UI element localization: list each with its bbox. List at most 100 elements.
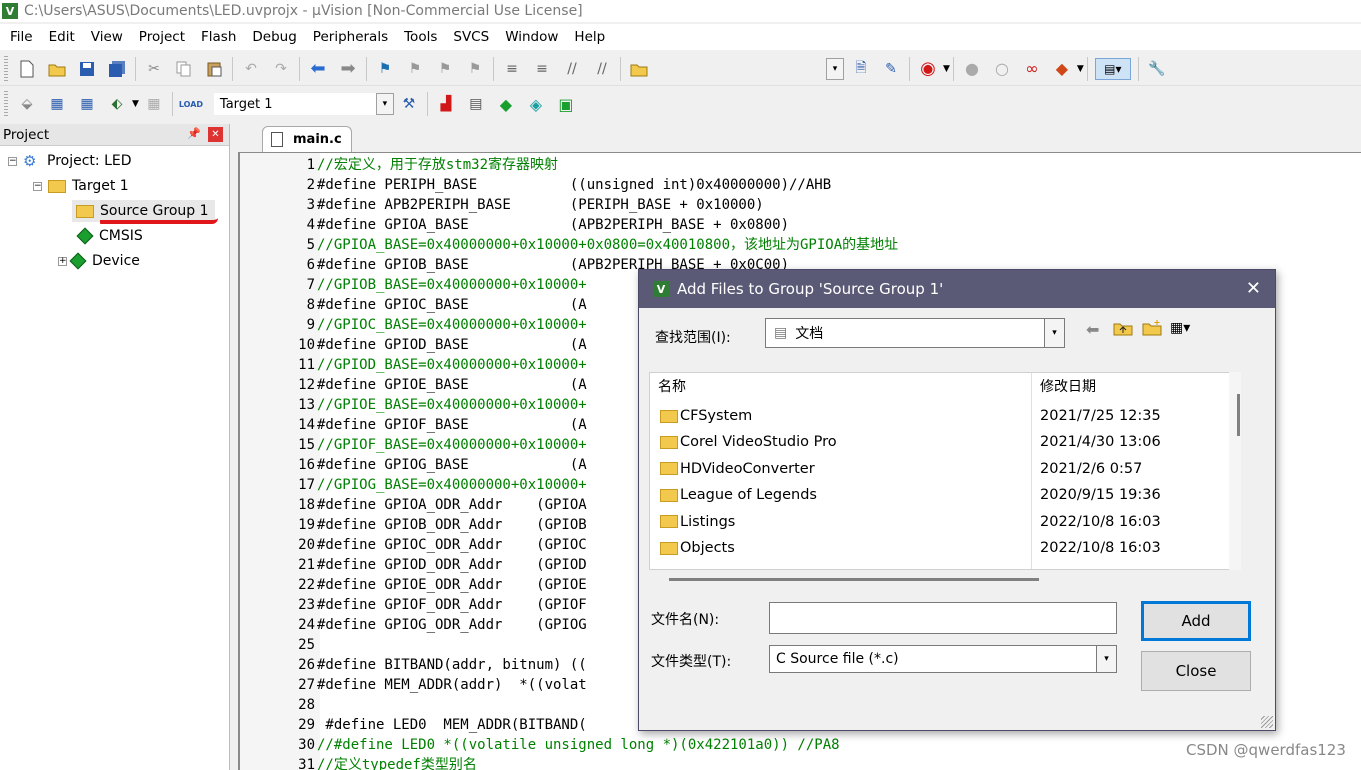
file-row[interactable]: Objects 2022/10/8 16:03 <box>650 535 1232 561</box>
close-icon[interactable]: ✕ <box>1246 278 1261 299</box>
bookmark-next-icon[interactable]: ⚑ <box>434 58 456 80</box>
window-layout-icon[interactable]: ▤▾ <box>1094 57 1131 80</box>
code-line[interactable]: 16 #define GPIOG_BASE (A <box>240 455 587 475</box>
debug-dropdown-icon[interactable]: ▼ <box>943 64 950 74</box>
manage-environment-icon[interactable]: ▤ <box>465 93 487 115</box>
cut-icon[interactable]: ✂ <box>143 58 165 80</box>
menu-peripherals[interactable]: Peripherals <box>305 24 396 50</box>
code-line[interactable]: 13//GPIOE_BASE=0x40000000+0x10000+ <box>240 395 587 415</box>
horizontal-scroll-thumb[interactable] <box>669 578 1039 581</box>
pin-icon[interactable]: 📌 <box>187 127 201 140</box>
toolbar-grip[interactable] <box>4 91 8 117</box>
file-row[interactable]: HDVideoConverter 2021/2/6 0:57 <box>650 456 1232 482</box>
download-load-icon[interactable]: LOAD <box>179 93 203 115</box>
target-select[interactable]: Target 1 ▾ <box>213 93 394 115</box>
code-line[interactable]: 17//GPIOG_BASE=0x40000000+0x10000+ <box>240 475 587 495</box>
chevron-down-icon[interactable]: ▾ <box>1096 646 1116 672</box>
open-folder-icon[interactable] <box>46 58 68 80</box>
menu-svcs[interactable]: SVCS <box>445 24 497 50</box>
stop-build-icon[interactable]: ▦ <box>143 93 165 115</box>
code-line[interactable]: 24 #define GPIOG_ODR_Addr (GPIOG <box>240 615 587 635</box>
select-software-packs-icon[interactable]: ◈ <box>525 93 547 115</box>
code-line[interactable]: 1//宏定义，用于存放stm32寄存器映射 <box>240 155 558 175</box>
incremental-find-icon[interactable]: ✎ <box>880 58 902 80</box>
code-line[interactable]: 11//GPIOD_BASE=0x40000000+0x10000+ <box>240 355 587 375</box>
batch-build-dropdown-icon[interactable]: ▼ <box>132 99 139 109</box>
collapse-toggle[interactable]: − <box>33 181 42 191</box>
code-line[interactable]: 19 #define GPIOB_ODR_Addr (GPIOB <box>240 515 587 535</box>
menu-tools[interactable]: Tools <box>396 24 445 50</box>
breakpoint-disable-icon[interactable]: ○ <box>991 58 1013 80</box>
filename-input[interactable] <box>769 602 1117 634</box>
menu-file[interactable]: File <box>2 24 41 50</box>
code-line[interactable]: 18 #define GPIOA_ODR_Addr (GPIOA <box>240 495 587 515</box>
breakpoint-icon[interactable]: ● <box>961 58 983 80</box>
code-line[interactable]: 25 <box>240 635 317 655</box>
find-combo-arrow[interactable]: ▾ <box>826 57 844 80</box>
new-folder-icon[interactable] <box>1142 320 1162 340</box>
paste-icon[interactable] <box>203 58 225 80</box>
resize-grip[interactable] <box>1261 716 1273 728</box>
chevron-down-icon[interactable]: ▾ <box>375 93 394 115</box>
indent-icon[interactable]: ≡ <box>501 58 523 80</box>
code-line[interactable]: 21 #define GPIOD_ODR_Addr (GPIOD <box>240 555 587 575</box>
file-row[interactable]: Corel VideoStudio Pro 2021/4/30 13:06 <box>650 429 1232 455</box>
navigate-back-icon[interactable]: ⬅ <box>307 58 329 80</box>
breakpoint-clear-icon[interactable]: ∞ <box>1021 58 1043 80</box>
code-line[interactable]: 4 #define GPIOA_BASE (APB2PERIPH_BASE + 0… <box>240 215 789 235</box>
look-in-select[interactable]: ▤ 文档 ▾ <box>765 318 1065 348</box>
menu-window[interactable]: Window <box>497 24 566 50</box>
translate-icon[interactable]: ⬙ <box>16 93 38 115</box>
menu-view[interactable]: View <box>83 24 131 50</box>
chevron-down-icon[interactable]: ▾ <box>1044 319 1064 347</box>
save-all-icon[interactable] <box>106 58 128 80</box>
build-icon[interactable]: ▦ <box>46 93 68 115</box>
menu-edit[interactable]: Edit <box>41 24 83 50</box>
manage-project-icon[interactable]: ▟ <box>435 93 457 115</box>
code-line[interactable]: 12 #define GPIOE_BASE (A <box>240 375 587 395</box>
file-row[interactable]: CFSystem 2021/7/25 12:35 <box>650 403 1232 429</box>
menu-debug[interactable]: Debug <box>244 24 304 50</box>
collapse-toggle[interactable]: − <box>8 156 17 166</box>
target-options-icon[interactable]: ⚒ <box>398 93 420 115</box>
toolbar-grip[interactable] <box>4 55 8 82</box>
tab-main-c[interactable]: main.c <box>262 126 352 152</box>
code-line[interactable]: 7//GPIOB_BASE=0x40000000+0x10000+ <box>240 275 587 295</box>
code-line[interactable]: 10 #define GPIOD_BASE (A <box>240 335 587 355</box>
comment-icon[interactable]: // <box>561 58 583 80</box>
up-folder-icon[interactable] <box>1113 320 1133 340</box>
code-line[interactable]: 15//GPIOF_BASE=0x40000000+0x10000+ <box>240 435 587 455</box>
code-line[interactable]: 22 #define GPIOE_ODR_Addr (GPIOE <box>240 575 587 595</box>
close-button[interactable]: Close <box>1141 651 1251 691</box>
code-line[interactable]: 20 #define GPIOC_ODR_Addr (GPIOC <box>240 535 587 555</box>
tree-item-device[interactable]: + Device <box>58 250 140 272</box>
pack-installer-icon[interactable]: ▣ <box>555 93 577 115</box>
code-line[interactable]: 5//GPIOA_BASE=0x40000000+0x10000+0x0800=… <box>240 235 899 255</box>
tree-item-cmsis[interactable]: CMSIS <box>76 225 143 247</box>
code-line[interactable]: 2 #define PERIPH_BASE ((unsigned int)0x40… <box>240 175 832 195</box>
menu-project[interactable]: Project <box>131 24 193 50</box>
expand-toggle[interactable]: + <box>58 256 67 266</box>
view-menu-icon[interactable]: ▦▾ <box>1170 320 1190 336</box>
copy-icon[interactable] <box>173 58 195 80</box>
new-file-icon[interactable] <box>16 58 38 80</box>
tree-item-project[interactable]: − ⚙ Project: LED <box>8 150 132 172</box>
undo-icon[interactable]: ↶ <box>240 58 262 80</box>
batch-build-icon[interactable]: ⬖ <box>106 93 128 115</box>
file-row[interactable]: League of Legends 2020/9/15 19:36 <box>650 482 1232 508</box>
breakpoint-dropdown-icon[interactable]: ▼ <box>1077 64 1084 74</box>
code-line[interactable]: 14 #define GPIOF_BASE (A <box>240 415 587 435</box>
code-line[interactable]: 8 #define GPIOC_BASE (A <box>240 295 587 315</box>
bookmark-icon[interactable]: ⚑ <box>374 58 396 80</box>
file-row[interactable]: Listings 2022/10/8 16:03 <box>650 509 1232 535</box>
back-arrow-icon[interactable]: ⬅ <box>1086 320 1099 339</box>
unindent-icon[interactable]: ≡ <box>531 58 553 80</box>
add-button[interactable]: Add <box>1141 601 1251 641</box>
code-line[interactable]: 3 #define APB2PERIPH_BASE (PERIPH_BASE + … <box>240 195 764 215</box>
close-icon[interactable]: ✕ <box>208 127 223 142</box>
navigate-forward-icon[interactable]: ➡ <box>337 58 359 80</box>
configure-icon[interactable]: 🔧 <box>1146 58 1168 80</box>
debug-session-icon[interactable]: ◉ <box>917 58 939 80</box>
bookmark-clear-icon[interactable]: ⚑ <box>464 58 486 80</box>
column-header-date[interactable]: 修改日期 <box>1032 373 1232 401</box>
